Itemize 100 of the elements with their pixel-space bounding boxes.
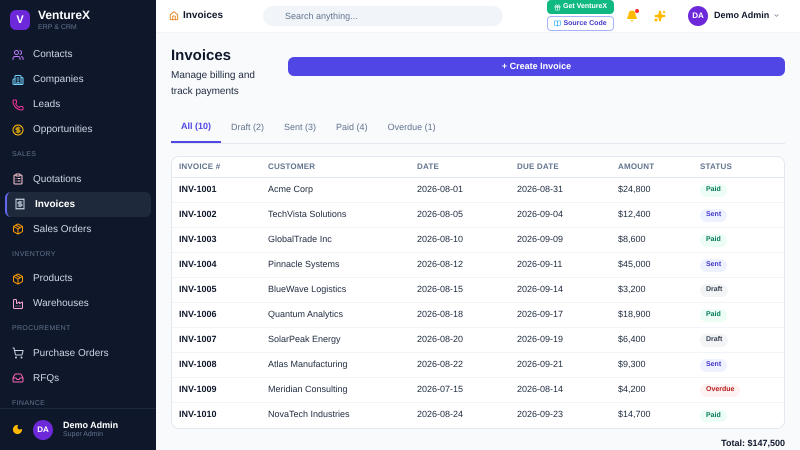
table-cell-text: $12,400 <box>618 208 652 221</box>
column-header: AMOUNT <box>618 160 656 172</box>
table-cell-text: INV-1002 <box>179 208 218 221</box>
table-cell-text: $8,600 <box>618 232 647 246</box>
table-cell-text: SolarPeak Energy <box>268 332 342 346</box>
sidebar-item[interactable]: Leads <box>5 92 151 117</box>
receipt-icon <box>14 198 26 210</box>
table-cell-text: INV-1008 <box>179 358 218 371</box>
moon-icon[interactable] <box>12 424 23 435</box>
table-cell-text: $9,300 <box>618 358 647 371</box>
filter-tab[interactable]: Draft (2) <box>221 114 274 142</box>
table-cell-text: 2026-09-09 <box>517 232 564 246</box>
table-cell-text: INV-1004 <box>179 258 218 271</box>
filter-tab[interactable]: Sent (3) <box>274 114 326 142</box>
table-cell-text: 2026-08-31 <box>517 182 564 196</box>
factory-icon <box>12 298 24 310</box>
sidebar-item[interactable]: Warehouses <box>5 291 151 316</box>
sidebar-item[interactable]: Contacts <box>5 42 151 67</box>
table-cell-text: INV-1005 <box>179 282 218 296</box>
table-cell-text: Quantum Analytics <box>268 308 344 321</box>
logo: V <box>10 10 30 30</box>
users-icon <box>12 48 24 60</box>
sidebar-item[interactable]: Opportunities <box>5 117 151 142</box>
table-cell-text: $18,900 <box>618 308 652 321</box>
table-cell-text: Pinnacle Systems <box>268 258 341 271</box>
table-cell-text: INV-1007 <box>179 332 218 346</box>
table-cell-text: 2026-08-22 <box>417 358 464 371</box>
table-cell-text: 2026-09-14 <box>517 282 564 296</box>
table-cell-text: 2026-09-11 <box>517 258 564 271</box>
table-cell-text: 2026-08-01 <box>417 182 464 196</box>
table-cell-text: Acme Corp <box>268 182 314 196</box>
table-cell-text: INV-1010 <box>179 408 218 422</box>
table-cell-text: 2026-08-20 <box>417 332 464 346</box>
table-cell-text: TechVista Solutions <box>268 208 348 221</box>
table-cell-text: 2026-09-19 <box>517 332 564 346</box>
table-cell-text: $24,800 <box>618 182 652 196</box>
phone-icon <box>12 98 24 110</box>
sidebar-item[interactable]: Invoices <box>5 192 151 216</box>
package-icon <box>12 223 24 235</box>
table-cell-text: 2026-09-04 <box>517 208 564 221</box>
table-cell-text: INV-1001 <box>179 182 218 196</box>
table-cell-text: BlueWave Logistics <box>268 282 348 296</box>
notification-button[interactable] <box>626 10 638 22</box>
total-amount: Total: $147,500 <box>721 436 785 450</box>
breadcrumb: Invoices <box>183 9 224 24</box>
page-subtitle: Manage billing and track payments <box>171 68 256 98</box>
table-cell-text: 2026-08-14 <box>517 382 564 396</box>
gift-icon <box>554 4 562 11</box>
table-cell-text: Atlas Manufacturing <box>268 358 349 371</box>
book-icon <box>554 20 562 28</box>
package-icon <box>12 272 24 284</box>
table-cell-text: 2026-08-15 <box>417 282 464 296</box>
cart-icon <box>12 347 24 359</box>
table-cell-text: GlobalTrade Inc <box>268 232 333 246</box>
table-cell-text: $45,000 <box>618 258 652 271</box>
table-cell-text: 2026-08-05 <box>417 208 464 221</box>
table-cell-text: NovaTech Industries <box>268 408 351 422</box>
filter-tab[interactable]: Overdue (1) <box>378 114 446 142</box>
table-cell-text: INV-1006 <box>179 308 218 321</box>
avatar: DA <box>33 420 53 440</box>
sidebar-item[interactable]: Sales Orders <box>5 216 151 242</box>
table-cell-text: 2026-08-18 <box>417 308 464 321</box>
user-name[interactable]: Demo Admin <box>714 9 770 23</box>
inbox-icon <box>12 372 24 384</box>
search-field[interactable]: Search anything... <box>263 6 504 26</box>
table-cell-text: INV-1003 <box>179 232 218 246</box>
brand-name: VentureX <box>38 9 90 21</box>
table-cell-text: 2026-09-17 <box>517 308 564 321</box>
table-cell-text: 2026-08-12 <box>417 258 464 271</box>
table-cell-text: $6,400 <box>618 332 647 346</box>
caret-icon[interactable] <box>773 12 780 20</box>
home-icon <box>169 10 179 21</box>
user-name: Demo Admin <box>63 420 118 430</box>
column-header: STATUS <box>700 160 734 172</box>
create-invoice-button[interactable]: + Create Invoice <box>288 56 785 76</box>
sidebar-item[interactable]: Companies <box>5 67 151 92</box>
table-cell-text: Meridian Consulting <box>268 382 349 396</box>
column-header: CUSTOMER <box>268 160 316 172</box>
table-cell-text: 2026-09-23 <box>517 408 564 422</box>
building-icon <box>12 74 24 86</box>
filter-tab[interactable]: Paid (4) <box>326 114 378 142</box>
table-cell-text: 2026-08-10 <box>417 232 464 246</box>
avatar[interactable]: DA <box>688 6 708 26</box>
table-cell-text: $4,200 <box>618 382 647 396</box>
sidebar-item[interactable]: Purchase Orders <box>5 340 151 366</box>
clipboard-icon <box>12 173 24 185</box>
table-cell-text: $14,700 <box>618 408 652 422</box>
column-header: INVOICE # <box>179 160 222 172</box>
page-title: Invoices <box>171 46 232 66</box>
sidebar-item[interactable]: Quotations <box>5 166 151 192</box>
table-cell-text: 2026-08-24 <box>417 408 464 422</box>
table-cell-text: INV-1009 <box>179 382 218 396</box>
sidebar-item[interactable]: RFQs <box>5 366 151 390</box>
filter-tab[interactable]: All (10) <box>171 114 222 142</box>
column-header: DUE DATE <box>517 160 560 172</box>
table-cell-text: $3,200 <box>618 282 647 296</box>
sidebar-item[interactable]: Products <box>5 266 151 291</box>
column-header: DATE <box>417 160 440 172</box>
table-cell-text: 2026-09-21 <box>517 358 564 371</box>
table-cell-text: 2026-07-15 <box>417 382 464 396</box>
